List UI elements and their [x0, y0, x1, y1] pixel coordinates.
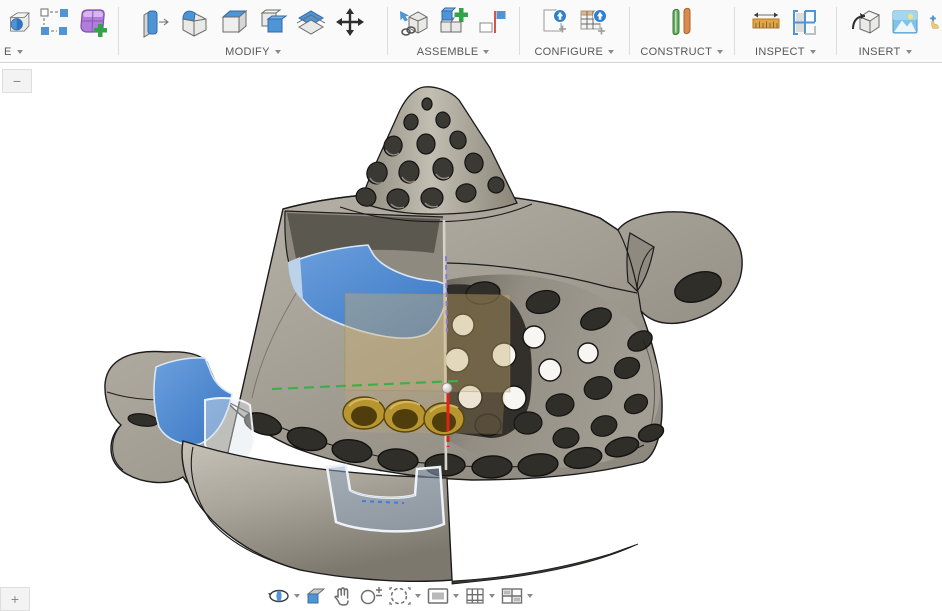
toolbar-group-create: E	[0, 0, 115, 62]
orbit-button[interactable]	[266, 585, 301, 607]
new-component-icon[interactable]	[397, 4, 431, 40]
fusion-app-window: E	[0, 0, 942, 603]
select-icon[interactable]	[930, 4, 942, 40]
revolve-icon[interactable]	[6, 4, 32, 40]
assemble-label: ASSEMBLE	[417, 46, 479, 58]
split-body-icon[interactable]	[294, 4, 328, 40]
insert-label: INSERT	[859, 46, 901, 58]
toolbar-separator	[836, 7, 837, 55]
chevron-down-icon	[489, 594, 495, 598]
inspect-label: INSPECT	[755, 46, 805, 58]
configure-dropdown[interactable]: CONFIGURE	[534, 44, 614, 60]
derive-icon[interactable]	[849, 4, 883, 40]
shell-icon[interactable]	[216, 4, 250, 40]
grid-snaps-button[interactable]	[463, 585, 496, 607]
move-icon[interactable]	[333, 4, 367, 40]
modify-dropdown[interactable]: MODIFY	[225, 44, 281, 60]
zoom-button[interactable]	[358, 585, 384, 607]
measure-icon[interactable]	[749, 4, 783, 40]
modify-label: MODIFY	[225, 46, 270, 58]
assemble-dropdown[interactable]: ASSEMBLE	[417, 44, 490, 60]
model-3d[interactable]	[0, 0, 942, 603]
chevron-down-icon	[483, 50, 489, 54]
chevron-down-icon	[810, 50, 816, 54]
canvas-icon[interactable]	[888, 4, 922, 40]
configure-label: CONFIGURE	[534, 46, 603, 58]
pan-button[interactable]	[331, 585, 355, 607]
joint-origin-icon[interactable]	[475, 4, 509, 40]
create-component-icon[interactable]	[436, 4, 470, 40]
fit-button[interactable]	[387, 585, 422, 607]
fillet-icon[interactable]	[177, 4, 211, 40]
chevron-down-icon	[453, 594, 459, 598]
look-at-button[interactable]	[304, 585, 328, 607]
toolbar-group-inspect: INSPECT	[738, 0, 834, 62]
toolbar-group-construct: CONSTRUCT	[633, 0, 731, 62]
toolbar-separator	[629, 7, 630, 55]
toolbar-group-insert: INSERT	[840, 0, 930, 62]
toolbar-group-modify: MODIFY	[122, 0, 384, 62]
create-dropdown[interactable]: E	[0, 44, 23, 60]
create-form-icon[interactable]	[76, 4, 110, 40]
display-settings-button[interactable]	[425, 585, 460, 607]
chevron-down-icon	[275, 50, 281, 54]
viewport-canvas[interactable]: − +	[0, 63, 942, 603]
construction-plane-icon[interactable]	[665, 4, 699, 40]
toolbar-group-select	[930, 0, 942, 62]
construct-dropdown[interactable]: CONSTRUCT	[640, 44, 723, 60]
insert-dropdown[interactable]: INSERT	[859, 44, 912, 60]
chevron-down-icon	[415, 594, 421, 598]
toolbar: E	[0, 0, 942, 63]
model-back-wall-edge[interactable]	[452, 544, 638, 584]
selected-gold-holes[interactable]	[343, 397, 464, 435]
create-label: E	[4, 46, 12, 58]
toolbar-separator	[734, 7, 735, 55]
timeline-expand-button[interactable]: +	[0, 587, 30, 611]
chevron-down-icon	[17, 50, 23, 54]
chevron-down-icon	[527, 594, 533, 598]
chevron-down-icon	[608, 50, 614, 54]
toolbar-separator	[387, 7, 388, 55]
toolbar-separator	[519, 7, 520, 55]
sketch-edge-purple[interactable]	[446, 256, 447, 332]
chevron-down-icon	[294, 594, 300, 598]
viewports-button[interactable]	[499, 585, 534, 607]
construct-label: CONSTRUCT	[640, 46, 712, 58]
configuration-table-icon[interactable]	[577, 4, 611, 40]
selection-box[interactable]	[345, 293, 510, 392]
toolbar-group-assemble: ASSEMBLE	[391, 0, 516, 62]
rectangular-pattern-icon[interactable]	[37, 4, 71, 40]
interference-icon[interactable]	[788, 4, 822, 40]
chevron-down-icon	[906, 50, 912, 54]
combine-icon[interactable]	[255, 4, 289, 40]
press-pull-icon[interactable]	[138, 4, 172, 40]
model-perforated-cone[interactable]	[340, 87, 532, 222]
toolbar-group-configure: CONFIGURE	[523, 0, 626, 62]
origin-point[interactable]	[442, 383, 452, 393]
navigation-bar	[266, 585, 534, 607]
toolbar-separator	[118, 7, 119, 55]
configuration-icon[interactable]	[538, 4, 572, 40]
chevron-down-icon	[717, 50, 723, 54]
browser-collapse-button[interactable]: −	[2, 69, 32, 93]
inspect-dropdown[interactable]: INSPECT	[755, 44, 816, 60]
